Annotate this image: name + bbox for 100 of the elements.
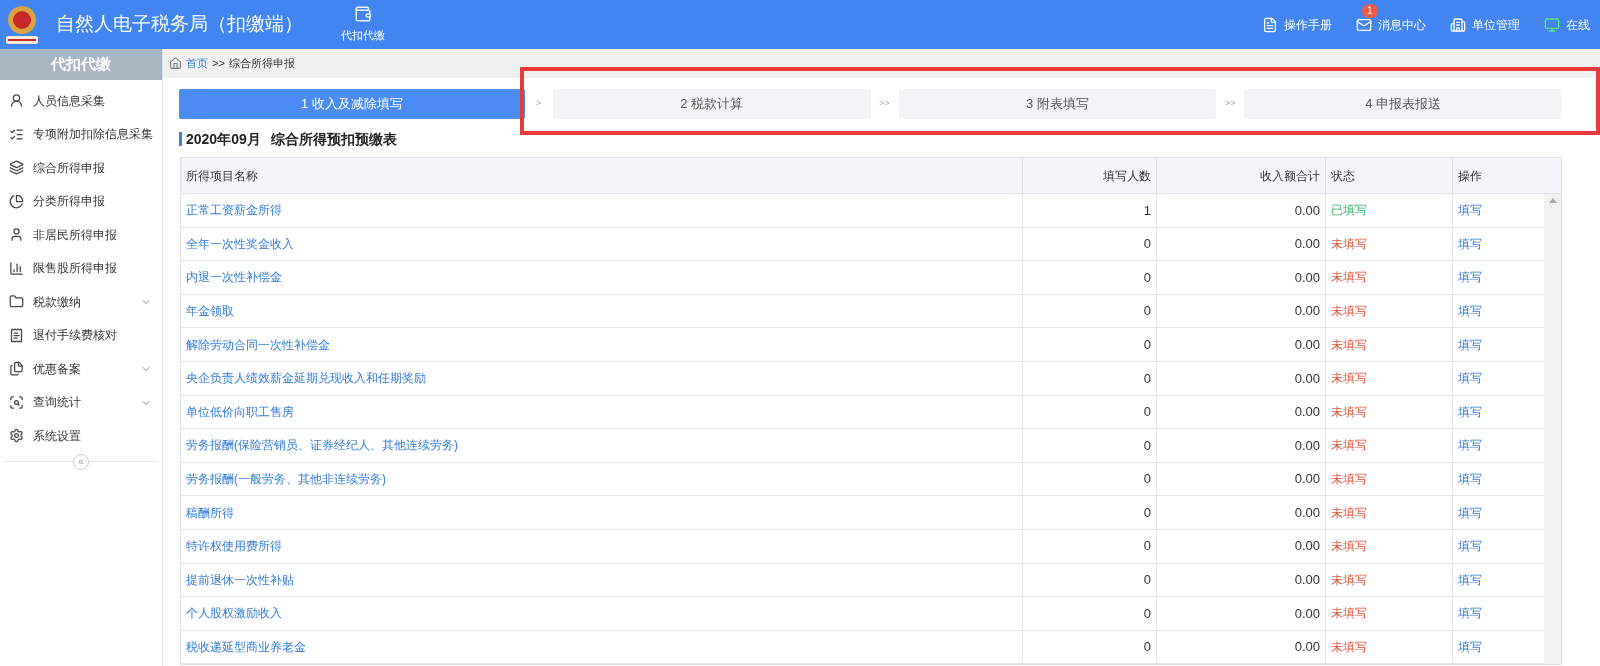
income-item-link[interactable]: 稿酬所得: [186, 503, 234, 522]
fill-link[interactable]: 填写: [1458, 604, 1482, 623]
status-text: 未填写: [1331, 403, 1367, 421]
home-icon: [169, 57, 182, 70]
income-item-link[interactable]: 劳务报酬(一般劳务、其他非连续劳务): [186, 470, 386, 489]
home-link[interactable]: 首页: [186, 55, 208, 72]
income-item-link[interactable]: 解除劳动合同一次性补偿金: [186, 335, 330, 354]
amount-cell: 0.00: [1156, 261, 1325, 294]
sidebar-item[interactable]: 非居民所得申报: [0, 218, 162, 252]
income-item-link[interactable]: 央企负责人绩效薪金延期兑现收入和任期奖励: [186, 369, 426, 388]
sidebar-item[interactable]: 限售股所得申报: [0, 251, 162, 285]
fill-link[interactable]: 填写: [1458, 268, 1482, 287]
income-item-link[interactable]: 提前退休一次性补贴: [186, 570, 294, 589]
count-cell: 0: [1022, 597, 1156, 630]
status-text: 未填写: [1331, 437, 1367, 455]
fill-link[interactable]: 填写: [1458, 369, 1482, 388]
fill-link[interactable]: 填写: [1458, 302, 1482, 321]
fill-link[interactable]: 填写: [1458, 470, 1482, 489]
fill-link[interactable]: 填写: [1458, 537, 1482, 556]
step-separator: >>: [878, 97, 891, 111]
count-cell: 0: [1022, 261, 1156, 294]
monitor-icon: [1544, 16, 1560, 33]
income-item-link[interactable]: 内退一次性补偿金: [186, 268, 282, 287]
menu-icon: [9, 160, 24, 176]
breadcrumb-current: 综合所得申报: [228, 56, 295, 72]
status-text: 未填写: [1331, 269, 1367, 287]
menu-icon: [9, 227, 24, 243]
sidebar-item[interactable]: 查询统计: [0, 385, 162, 419]
column-header: 操作: [1452, 158, 1544, 193]
sidebar-item[interactable]: 分类所得申报: [0, 184, 162, 218]
amount-cell: 0.00: [1156, 462, 1325, 496]
header-link[interactable]: 操作手册: [1262, 15, 1332, 34]
count-cell: 0: [1022, 462, 1156, 496]
sidebar-item[interactable]: 退付手续费核对: [0, 318, 162, 352]
income-item-link[interactable]: 个人股权激励收入: [186, 604, 282, 623]
sidebar-header: 代扣代缴: [0, 49, 162, 80]
amount-cell: 0.00: [1156, 529, 1325, 563]
amount-cell: 0.00: [1156, 227, 1325, 261]
income-item-link[interactable]: 劳务报酬(保险营销员、证券经纪人、其他连续劳务): [186, 436, 458, 455]
amount-cell: 0.00: [1156, 563, 1325, 597]
column-header: 状态: [1325, 158, 1452, 193]
app-title: 自然人电子税务局（扣缴端）: [56, 12, 303, 37]
step-tab[interactable]: 3 附表填写: [898, 89, 1217, 119]
collapse-button[interactable]: «: [73, 453, 89, 470]
sidebar-item[interactable]: 综合所得申报: [0, 151, 162, 185]
mail-icon: [1356, 16, 1372, 33]
status-text: 未填写: [1331, 639, 1367, 656]
fill-link[interactable]: 填写: [1458, 436, 1482, 455]
count-cell: 0: [1022, 529, 1156, 563]
income-item-link[interactable]: 全年一次性奖金收入: [186, 234, 294, 253]
count-cell: 0: [1022, 227, 1156, 261]
module-tab[interactable]: 代扣代缴: [333, 0, 393, 49]
fill-link[interactable]: 填写: [1458, 402, 1482, 421]
amount-cell: 0.00: [1156, 496, 1325, 529]
sidebar-item[interactable]: 专项附加扣除信息采集: [0, 117, 162, 151]
sidebar-item[interactable]: 系统设置: [0, 419, 162, 453]
wallet-icon: [354, 5, 372, 24]
fill-link[interactable]: 填写: [1458, 335, 1482, 354]
menu-icon: [9, 93, 24, 109]
menu-icon: [9, 428, 24, 444]
step-tab[interactable]: 4 申报表报送: [1244, 89, 1562, 119]
fill-link[interactable]: 填写: [1458, 234, 1482, 253]
income-item-link[interactable]: 正常工资薪金所得: [186, 201, 282, 220]
table-subtitle: 综合所得预扣预缴表: [270, 129, 397, 149]
step-tab[interactable]: 1 收入及减除填写: [179, 89, 525, 119]
amount-cell: 0.00: [1156, 328, 1325, 361]
sidebar-item[interactable]: 税款缴纳: [0, 285, 162, 319]
sidebar-item[interactable]: 优惠备案: [0, 352, 162, 386]
fill-link[interactable]: 填写: [1458, 201, 1482, 220]
menu-icon: [9, 361, 24, 377]
fill-link[interactable]: 填写: [1458, 570, 1482, 589]
header-link[interactable]: 单位管理: [1450, 15, 1520, 34]
income-item-link[interactable]: 单位低价向职工售房: [186, 402, 294, 421]
status-text: 未填写: [1331, 336, 1367, 354]
column-header: 所得项目名称: [185, 167, 259, 185]
count-cell: 0: [1022, 496, 1156, 529]
scrollbar[interactable]: [1544, 194, 1561, 665]
income-item-link[interactable]: 税收递延型商业养老金: [186, 638, 306, 656]
header-link[interactable]: 消息中心: [1356, 15, 1426, 34]
table-title: 2020年09月: [186, 129, 261, 149]
fill-link[interactable]: 填写: [1458, 638, 1482, 656]
column-header: 填写人数: [1022, 158, 1156, 193]
income-item-link[interactable]: 特许权使用费所得: [186, 537, 282, 556]
sidebar-item[interactable]: 人员信息采集: [0, 84, 162, 118]
fill-link[interactable]: 填写: [1458, 503, 1482, 522]
count-cell: 0: [1022, 563, 1156, 597]
status-text: 未填写: [1331, 303, 1367, 321]
column-header: 收入额合计: [1156, 158, 1325, 193]
income-item-link[interactable]: 年金领取: [186, 302, 234, 321]
building-icon: [1450, 16, 1466, 33]
amount-cell: 0.00: [1156, 194, 1325, 227]
status-text: 未填写: [1331, 538, 1367, 556]
count-cell: 0: [1022, 395, 1156, 429]
count-cell: 0: [1022, 294, 1156, 328]
count-cell: 0: [1022, 361, 1156, 395]
menu-icon: [9, 193, 24, 209]
status-text: 未填写: [1331, 571, 1367, 589]
step-tab[interactable]: 2 税款计算: [552, 89, 871, 119]
title-accent: [179, 132, 182, 146]
header-link[interactable]: 在线: [1544, 15, 1590, 34]
